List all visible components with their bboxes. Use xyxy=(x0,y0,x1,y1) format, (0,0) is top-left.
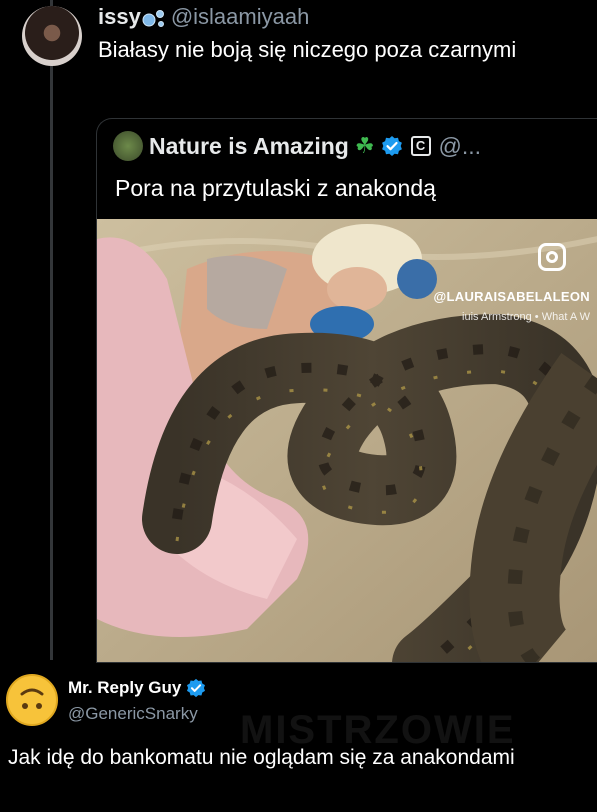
verified-icon xyxy=(381,135,403,157)
video-watermark-user: @LAURAISABELALEON xyxy=(433,289,590,304)
quote-video[interactable]: @LAURAISABELALEON iuis Armstrong • What … xyxy=(97,219,597,662)
avatar[interactable] xyxy=(6,674,58,726)
upside-down-face-icon xyxy=(20,688,44,709)
quote-header: Nature is Amazing ☘ C @... xyxy=(113,131,481,161)
instagram-icon xyxy=(538,243,566,271)
quote-text: Pora na przytulaski z anakondą xyxy=(115,175,436,201)
video-frame-illustration xyxy=(97,219,597,662)
quote-avatar[interactable] xyxy=(113,131,143,161)
verified-icon xyxy=(186,678,206,698)
reply-text: Jak idę do bankomatu nie oglądam się za … xyxy=(8,746,515,769)
reply-tweet[interactable]: Mr. Reply Guy @GenericSnarky MISTRZOWIE … xyxy=(0,662,597,812)
clover-icon: ☘ xyxy=(354,133,375,158)
bubbles-icon xyxy=(141,8,167,28)
avatar[interactable] xyxy=(22,6,82,66)
quote-author-handle[interactable]: @... xyxy=(439,133,482,160)
video-watermark-credit: iuis Armstrong • What A W xyxy=(462,311,590,323)
tweet-text: Białasy nie boją się niczego poza czarny… xyxy=(98,37,517,62)
c-badge-icon: C xyxy=(410,136,431,156)
quoted-tweet[interactable]: Nature is Amazing ☘ C @... Pora na przyt… xyxy=(96,118,597,663)
reply-author-name[interactable]: Mr. Reply Guy xyxy=(68,678,206,698)
author-name[interactable]: issy xyxy=(98,4,141,29)
reply-author-handle[interactable]: @GenericSnarky xyxy=(68,704,198,724)
quote-author-name[interactable]: Nature is Amazing xyxy=(149,133,349,160)
tweet[interactable]: issy @islaamiyaah Białasy nie boją się n… xyxy=(0,0,597,663)
author-handle[interactable]: @islaamiyaah xyxy=(171,4,310,29)
tweet-header: issy @islaamiyaah xyxy=(98,4,309,30)
reply-author-name-text[interactable]: Mr. Reply Guy xyxy=(68,678,181,698)
